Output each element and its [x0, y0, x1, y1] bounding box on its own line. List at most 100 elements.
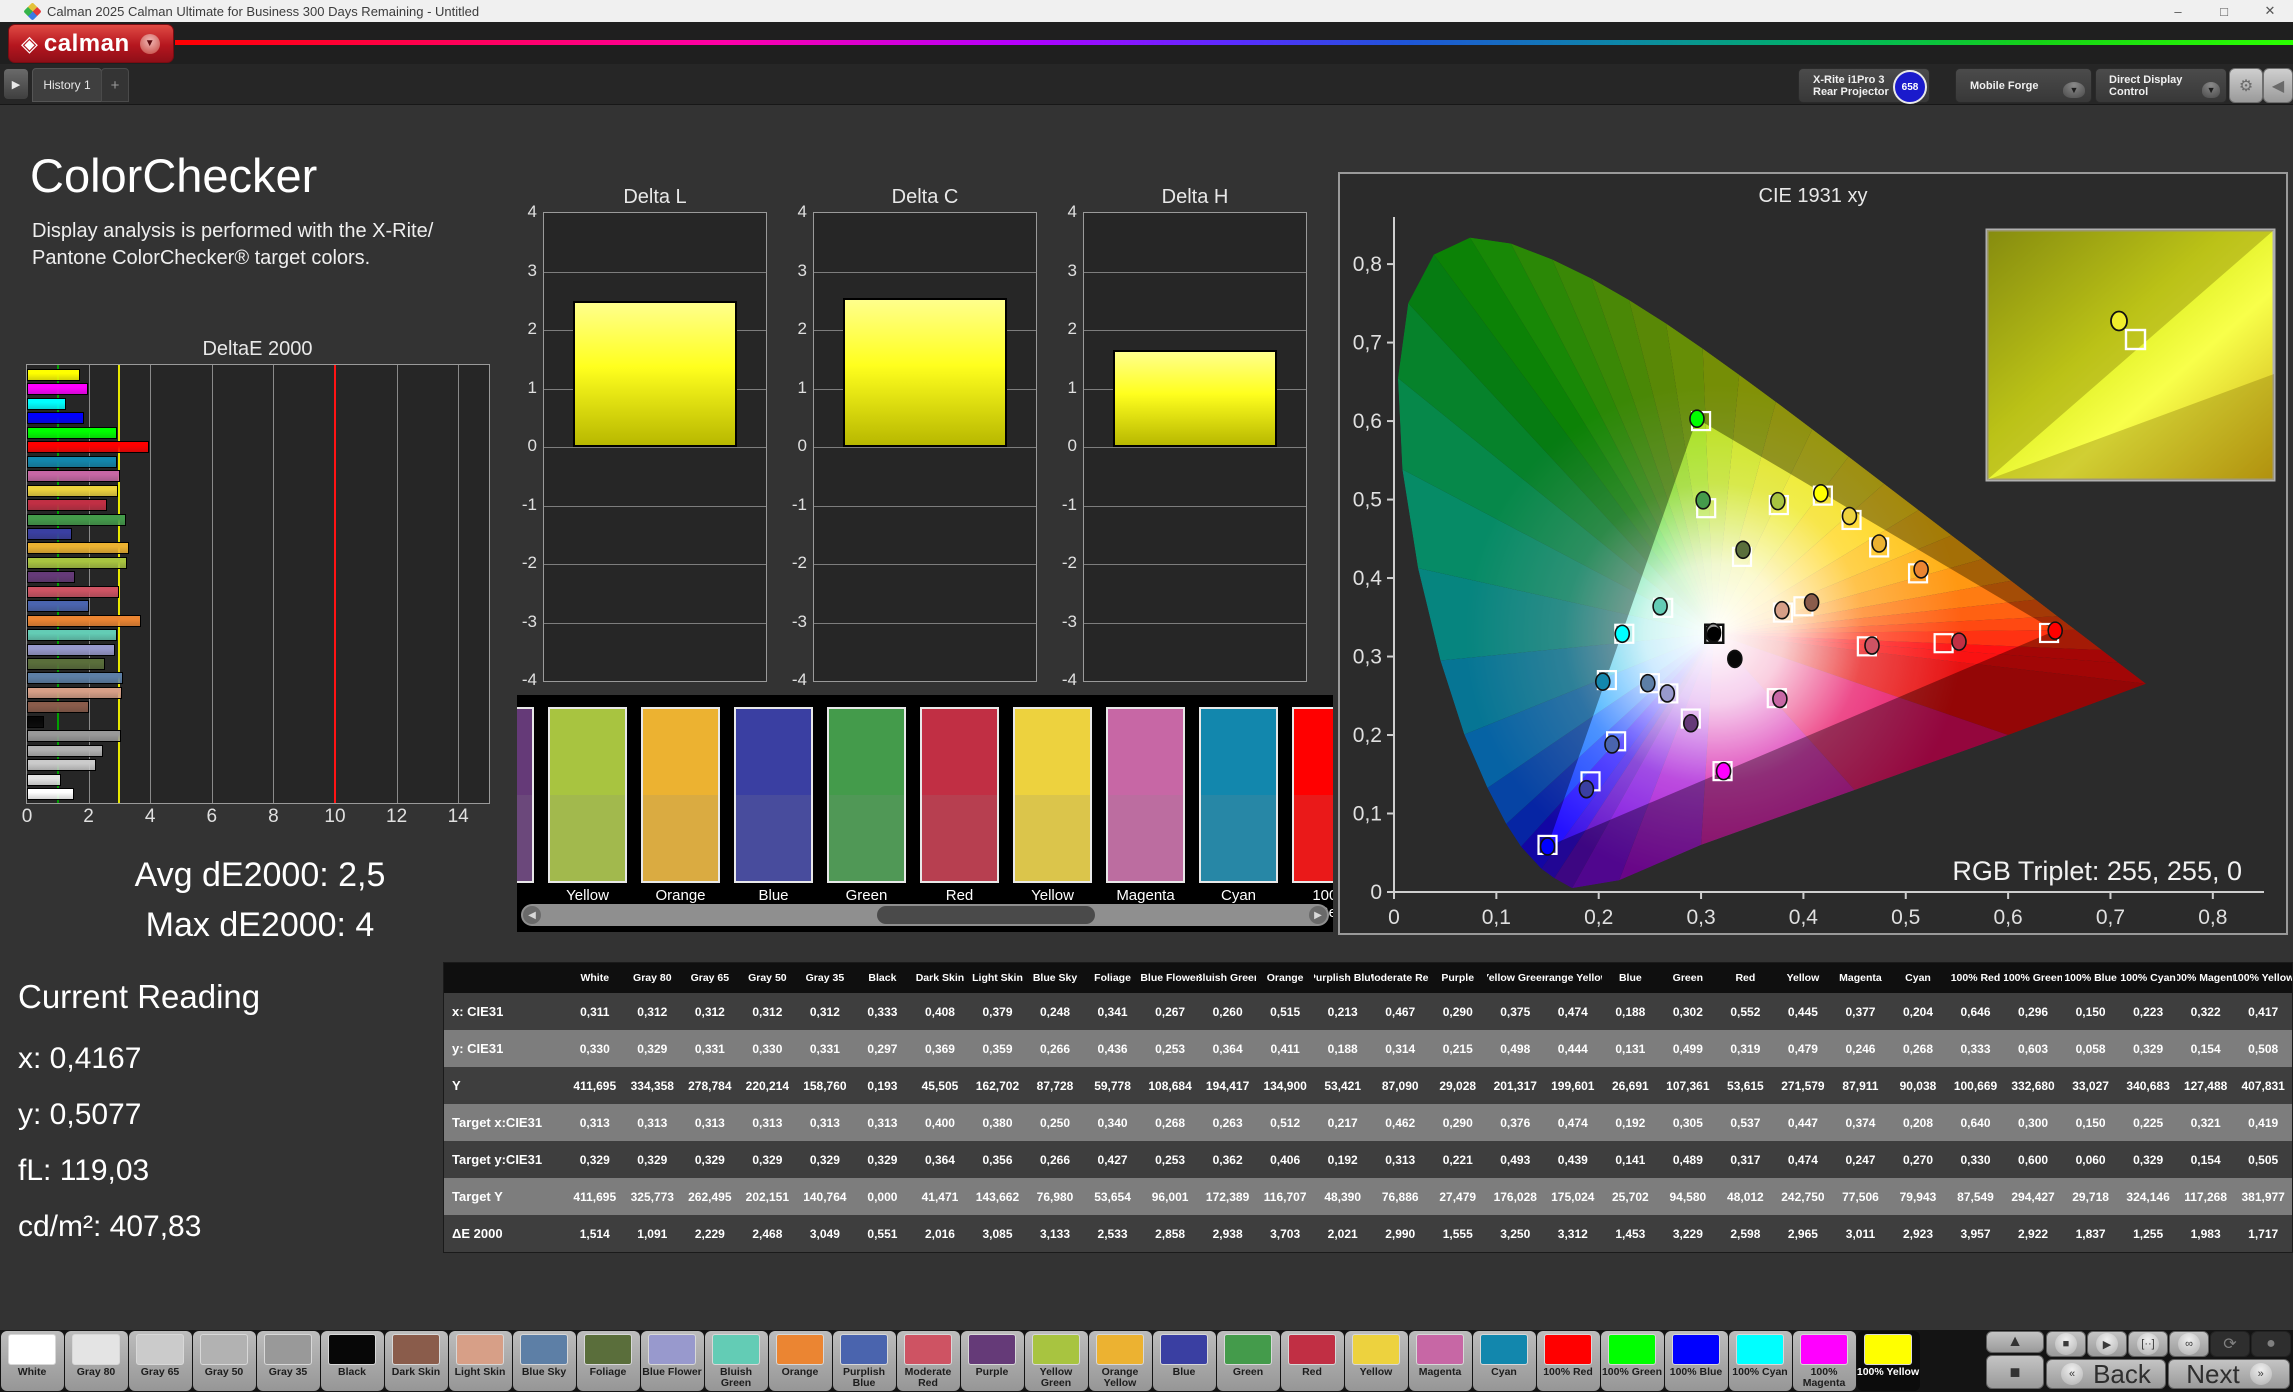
table-cell: 278,784	[681, 1067, 739, 1104]
patch-button-100-cyan[interactable]: 100% Cyan	[1729, 1331, 1792, 1391]
de-bar-black	[27, 716, 44, 728]
table-cell: 202,151	[739, 1178, 797, 1215]
patch-button-purple[interactable]: Purple	[961, 1331, 1024, 1391]
patch-button-100-yellow[interactable]: 100% Yellow	[1857, 1331, 1920, 1391]
stop-button[interactable]: ■	[2046, 1331, 2086, 1357]
patch-button-label: Gray 80	[77, 1367, 116, 1378]
chevron-left-icon: «	[2061, 1363, 2083, 1385]
collapse-panel-button[interactable]: ▶	[4, 69, 28, 99]
record-button[interactable]: ●	[2251, 1331, 2291, 1357]
patch-button-bluish-green[interactable]: Bluish Green	[705, 1331, 768, 1391]
patch-button-black[interactable]: Black	[321, 1331, 384, 1391]
column-header: Cyan	[1889, 963, 1947, 993]
patch-button-yellow-green[interactable]: Yellow Green	[1025, 1331, 1088, 1391]
tab-history-1[interactable]: History 1	[32, 68, 102, 102]
patch-button-100-magenta[interactable]: 100% Magenta	[1793, 1331, 1856, 1391]
close-button[interactable]: ✕	[2247, 0, 2293, 22]
patch-button-moderate-red[interactable]: Moderate Red	[897, 1331, 960, 1391]
column-header: 100% Red	[1947, 963, 2005, 993]
table-cell: 0,329	[566, 1141, 624, 1178]
back-button[interactable]: «Back	[2046, 1359, 2166, 1389]
patch-button-light-skin[interactable]: Light Skin	[449, 1331, 512, 1391]
measured-point-5	[1728, 650, 1742, 667]
loop-button-icon: ⟳	[2223, 1334, 2236, 1354]
patch-button-green[interactable]: Green	[1217, 1331, 1280, 1391]
patch-button-blue-sky[interactable]: Blue Sky	[513, 1331, 576, 1391]
table-cell: 76,886	[1371, 1178, 1429, 1215]
maximize-button[interactable]: □	[2201, 0, 2247, 22]
scroll-up-button[interactable]: ▲	[1986, 1331, 2044, 1353]
patch-button-cyan[interactable]: Cyan	[1473, 1331, 1536, 1391]
scroll-left-icon[interactable]: ◀	[523, 906, 541, 924]
display-control-dropdown[interactable]: Direct Display Control ▼	[2095, 68, 2227, 103]
step-button[interactable]: [··]	[2128, 1331, 2168, 1357]
table-cell: 116,707	[1256, 1178, 1314, 1215]
side-panel-toggle-button[interactable]: ◀	[2263, 68, 2293, 103]
next-button[interactable]: Next»	[2168, 1359, 2290, 1389]
patch-button-gray-50[interactable]: Gray 50	[193, 1331, 256, 1391]
minimize-button[interactable]: –	[2155, 0, 2201, 22]
gridline	[1084, 447, 1306, 448]
table-cell: 201,317	[1487, 1067, 1545, 1104]
patch-button-100-red[interactable]: 100% Red	[1537, 1331, 1600, 1391]
patch-button-magenta[interactable]: Magenta	[1409, 1331, 1472, 1391]
table-cell: 0,537	[1717, 1104, 1775, 1141]
gridline	[1084, 330, 1306, 331]
table-cell: 0,300	[2004, 1104, 2062, 1141]
table-cell: 0,377	[1832, 993, 1890, 1030]
measured-point-7	[1775, 602, 1789, 619]
table-cell: 0,253	[1141, 1141, 1199, 1178]
patch-button-100-green[interactable]: 100% Green	[1601, 1331, 1664, 1391]
table-cell: 0,266	[1026, 1141, 1084, 1178]
cie-x-tick: 0,3	[1686, 906, 1715, 929]
play-button[interactable]: ▶	[2087, 1331, 2127, 1357]
patch-chip	[1672, 1334, 1720, 1365]
reference-line	[334, 365, 336, 803]
table-cell: 0,474	[1544, 1104, 1602, 1141]
patch-button-gray-80[interactable]: Gray 80	[65, 1331, 128, 1391]
table-cell: 2,938	[1199, 1215, 1257, 1252]
table-cell: 332,680	[2004, 1067, 2062, 1104]
patch-button-foliage[interactable]: Foliage	[577, 1331, 640, 1391]
table-cell: 0,340	[1084, 1104, 1142, 1141]
table-cell: 0,467	[1371, 993, 1429, 1030]
patch-button-blue[interactable]: Blue	[1153, 1331, 1216, 1391]
patch-button-red[interactable]: Red	[1281, 1331, 1344, 1391]
patch-button-orange-yellow[interactable]: Orange Yellow	[1089, 1331, 1152, 1391]
strip-patch-100-red: 100% Red	[1292, 707, 1333, 921]
patch-button-dark-skin[interactable]: Dark Skin	[385, 1331, 448, 1391]
table-cell: 0,515	[1256, 993, 1314, 1030]
column-header: Yellow	[1774, 963, 1832, 993]
pattern-window-button[interactable]: ■	[1986, 1355, 2044, 1389]
table-cell: 76,980	[1026, 1178, 1084, 1215]
patch-button-yellow[interactable]: Yellow	[1345, 1331, 1408, 1391]
scroll-right-icon[interactable]: ▶	[1309, 906, 1327, 924]
patch-button-gray-65[interactable]: Gray 65	[129, 1331, 192, 1391]
patch-label: Magenta	[1106, 887, 1185, 904]
loop-button[interactable]: ⟳	[2210, 1331, 2250, 1357]
table-cell: 27,479	[1429, 1178, 1487, 1215]
table-cell: 0,192	[1602, 1104, 1660, 1141]
cie-y-tick: 0,2	[1353, 724, 1382, 747]
patch-strip-scrollbar[interactable]: ◀ ▶	[521, 904, 1329, 926]
white-point-dot	[1707, 627, 1721, 641]
patch-button-100-blue[interactable]: 100% Blue	[1665, 1331, 1728, 1391]
patch-button-gray-35[interactable]: Gray 35	[257, 1331, 320, 1391]
calman-menu-button[interactable]: ◈ calman ▼	[8, 24, 174, 63]
table-cell: 0,221	[1429, 1141, 1487, 1178]
measured-point-24	[2048, 622, 2062, 639]
settings-button[interactable]: ⚙	[2229, 68, 2263, 103]
cie-y-tick: 0,8	[1353, 253, 1382, 276]
patch-button-blue-flower[interactable]: Blue Flower	[641, 1331, 704, 1391]
de-bar-blue-sky	[27, 672, 123, 684]
source-dropdown[interactable]: Mobile Forge ▼	[1955, 68, 2092, 103]
add-tab-button[interactable]: +	[101, 68, 129, 102]
scrollbar-thumb[interactable]	[877, 906, 1095, 924]
continuous-button[interactable]: ∞	[2169, 1331, 2209, 1357]
patch-button-white[interactable]: White	[1, 1331, 64, 1391]
patch-button-orange[interactable]: Orange	[769, 1331, 832, 1391]
strip-patch-orange-yellow: Orange Yellow	[641, 707, 720, 921]
patch-chip	[1800, 1334, 1848, 1365]
patch-button-purplish-blue[interactable]: Purplish Blue	[833, 1331, 896, 1391]
table-cell: 0,000	[854, 1178, 912, 1215]
